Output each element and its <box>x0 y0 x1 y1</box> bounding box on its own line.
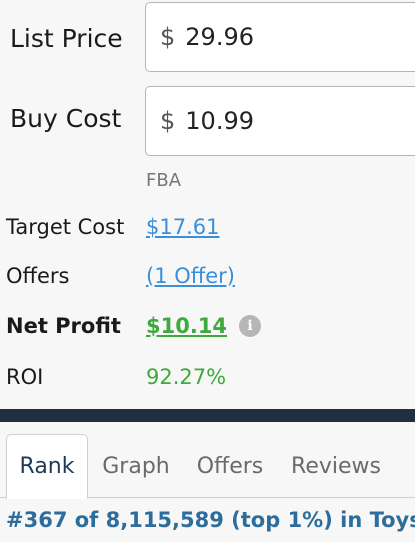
roi-value: 92.27% <box>146 365 227 389</box>
tab-reviews[interactable]: Reviews <box>284 434 388 498</box>
fulfillment-label: FBA <box>146 170 182 191</box>
roi-label: ROI <box>6 365 44 389</box>
list-price-value: 29.96 <box>185 23 254 51</box>
list-price-row: List Price $ 29.96 <box>0 2 415 76</box>
buy-cost-value: 10.99 <box>185 107 254 135</box>
list-price-input[interactable]: $ 29.96 <box>145 2 415 72</box>
buy-cost-row: Buy Cost $ 10.99 <box>0 86 415 160</box>
roi-row: ROI 92.27% <box>6 362 415 392</box>
net-profit-value[interactable]: $10.14 <box>146 314 227 338</box>
sales-rank-text: #367 of 8,115,589 (top 1%) in Toys <box>6 508 415 532</box>
buy-cost-label: Buy Cost <box>10 104 122 133</box>
offers-row: Offers (1 Offer) <box>6 261 415 291</box>
tab-offers[interactable]: Offers <box>186 434 274 498</box>
tab-rank[interactable]: Rank <box>6 434 88 499</box>
tab-graph[interactable]: Graph <box>96 434 176 498</box>
target-cost-row: Target Cost $17.61 <box>6 212 415 242</box>
offers-label: Offers <box>6 264 70 288</box>
offers-link[interactable]: (1 Offer) <box>146 264 235 288</box>
net-profit-row: Net Profit $10.14 i <box>6 311 415 341</box>
list-price-currency: $ <box>160 23 176 51</box>
buy-cost-currency: $ <box>160 107 176 135</box>
section-divider <box>0 409 415 422</box>
list-price-label: List Price <box>10 24 123 53</box>
info-icon[interactable]: i <box>239 315 262 337</box>
net-profit-label: Net Profit <box>6 314 121 338</box>
buy-cost-input[interactable]: $ 10.99 <box>145 86 415 156</box>
target-cost-label: Target Cost <box>6 215 125 239</box>
tab-bar: Rank Graph Offers Reviews <box>0 434 415 499</box>
target-cost-link[interactable]: $17.61 <box>146 215 219 239</box>
